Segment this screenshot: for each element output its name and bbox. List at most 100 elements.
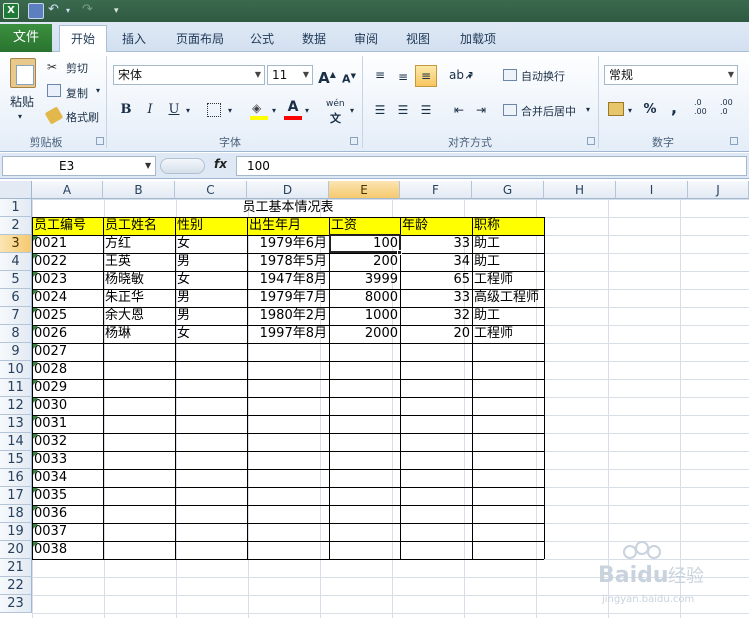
cell-employee-name[interactable]: 杨晓敏	[103, 271, 146, 289]
cell-employee-name[interactable]: 余大恩	[103, 307, 146, 325]
cell-salary[interactable]: 2000	[329, 325, 400, 343]
column-header-h[interactable]: H	[544, 181, 616, 199]
row-header-14[interactable]: 14	[0, 433, 32, 451]
column-header-j[interactable]: J	[688, 181, 749, 199]
merge-dropdown-icon[interactable]: ▾	[586, 105, 590, 114]
orientation-icon[interactable]: ab↗	[449, 65, 474, 85]
cell-employee-name[interactable]: 朱正华	[103, 289, 146, 307]
column-header-d[interactable]: D	[247, 181, 329, 199]
cell-sex[interactable]: 女	[175, 235, 192, 253]
row-header-12[interactable]: 12	[0, 397, 32, 415]
alignment-launcher-icon[interactable]	[587, 137, 595, 145]
row-header-5[interactable]: 5	[0, 271, 32, 289]
tab-home[interactable]: 开始	[59, 25, 107, 53]
cell-job-title[interactable]: 助工	[472, 307, 502, 325]
row-header-3[interactable]: 3	[0, 235, 32, 253]
align-middle-icon[interactable]: ≡	[393, 67, 413, 87]
percent-button[interactable]: %	[640, 100, 660, 120]
decrease-indent-icon[interactable]: ⇤	[449, 100, 469, 120]
cell-birth-month[interactable]: 1980年2月	[247, 307, 329, 325]
select-all-corner[interactable]	[0, 181, 32, 199]
cell-birth-month[interactable]: 1997年8月	[247, 325, 329, 343]
font-name-combo[interactable]: 宋体 ▼	[113, 65, 265, 85]
cell-age[interactable]: 33	[400, 235, 472, 253]
phonetic-dropdown-icon[interactable]: ▾	[350, 106, 354, 115]
cell-job-title[interactable]: 助工	[472, 253, 502, 271]
name-box-dropdown-icon[interactable]: ▼	[145, 161, 151, 170]
column-header-f[interactable]: F	[400, 181, 472, 199]
tab-page-layout[interactable]: 页面布局	[167, 26, 233, 52]
row-header-19[interactable]: 19	[0, 523, 32, 541]
number-launcher-icon[interactable]	[730, 137, 738, 145]
sheet-title[interactable]: 员工基本情况表	[32, 199, 544, 217]
cell-birth-month[interactable]: 1947年8月	[247, 271, 329, 289]
cell-sex[interactable]: 男	[175, 289, 192, 307]
shrink-font-button[interactable]: A▼	[339, 66, 359, 86]
row-header-6[interactable]: 6	[0, 289, 32, 307]
column-header-a[interactable]: A	[32, 181, 103, 199]
cell-sex[interactable]: 男	[175, 307, 192, 325]
formula-input[interactable]: 100	[236, 156, 747, 176]
row-header-7[interactable]: 7	[0, 307, 32, 325]
border-icon[interactable]	[207, 103, 221, 117]
tab-view[interactable]: 视图	[396, 26, 440, 52]
align-top-icon[interactable]: ≡	[370, 65, 390, 85]
redo-icon[interactable]: ↷	[82, 3, 98, 19]
currency-icon[interactable]	[608, 102, 624, 116]
cell-age[interactable]: 20	[400, 325, 472, 343]
orientation-dropdown-icon[interactable]: ▾	[468, 72, 472, 81]
format-painter-button[interactable]: 格式刷	[66, 109, 99, 125]
cell-job-title[interactable]: 工程师	[472, 271, 515, 289]
cell-sex[interactable]: 男	[175, 253, 192, 271]
column-header-e[interactable]: E	[329, 181, 400, 199]
format-painter-icon[interactable]	[44, 106, 64, 125]
column-header-c[interactable]: C	[175, 181, 247, 199]
tab-review[interactable]: 审阅	[344, 26, 388, 52]
phonetic-guide-button[interactable]: wén	[326, 99, 345, 109]
cut-button[interactable]: 剪切	[66, 60, 88, 76]
cell-salary[interactable]: 1000	[329, 307, 400, 325]
name-box[interactable]: E3	[2, 156, 156, 176]
align-left-icon[interactable]: ☰	[370, 100, 390, 120]
row-header-22[interactable]: 22	[0, 577, 32, 595]
align-bottom-icon[interactable]: ≡	[415, 65, 437, 87]
row-header-18[interactable]: 18	[0, 505, 32, 523]
font-launcher-icon[interactable]	[350, 137, 358, 145]
comma-button[interactable]: ,	[664, 98, 684, 118]
row-header-10[interactable]: 10	[0, 361, 32, 379]
row-header-2[interactable]: 2	[0, 217, 32, 235]
font-color-dropdown-icon[interactable]: ▾	[305, 106, 309, 115]
column-header-b[interactable]: B	[103, 181, 175, 199]
tab-formulas[interactable]: 公式	[240, 26, 284, 52]
merge-center-icon[interactable]	[503, 104, 517, 116]
currency-dropdown-icon[interactable]: ▾	[628, 106, 632, 115]
cell-age[interactable]: 32	[400, 307, 472, 325]
cell-employee-name[interactable]: 方红	[103, 235, 133, 253]
header-cell-age[interactable]: 年龄	[400, 217, 430, 235]
row-header-13[interactable]: 13	[0, 415, 32, 433]
merge-center-button[interactable]: 合并后居中	[521, 103, 576, 119]
tab-insert[interactable]: 插入	[112, 26, 156, 52]
increase-decimal-button[interactable]: .0 .00	[694, 98, 716, 116]
align-center-icon[interactable]: ☰	[393, 100, 413, 120]
underline-button[interactable]: U	[164, 100, 184, 120]
cell-birth-month[interactable]: 1978年5月	[247, 253, 329, 271]
cell-age[interactable]: 65	[400, 271, 472, 289]
save-icon[interactable]	[28, 3, 44, 19]
cut-icon[interactable]: ✂	[47, 60, 61, 74]
header-cell-name[interactable]: 员工姓名	[103, 217, 159, 235]
cell-sex[interactable]: 女	[175, 325, 192, 343]
cell-job-title[interactable]: 助工	[472, 235, 502, 253]
paste-dropdown-icon[interactable]: ▾	[18, 112, 22, 121]
row-header-21[interactable]: 21	[0, 559, 32, 577]
cell-salary[interactable]: 200	[329, 253, 400, 271]
undo-dropdown-icon[interactable]: ▾	[66, 3, 82, 19]
tab-addins[interactable]: 加载项	[450, 26, 506, 52]
tab-file[interactable]: 文件	[0, 24, 52, 52]
underline-dropdown-icon[interactable]: ▾	[186, 106, 190, 115]
row-header-4[interactable]: 4	[0, 253, 32, 271]
row-header-17[interactable]: 17	[0, 487, 32, 505]
header-cell-title[interactable]: 职称	[472, 217, 502, 235]
cell-employee-name[interactable]: 杨琳	[103, 325, 133, 343]
increase-indent-icon[interactable]: ⇥	[471, 100, 491, 120]
